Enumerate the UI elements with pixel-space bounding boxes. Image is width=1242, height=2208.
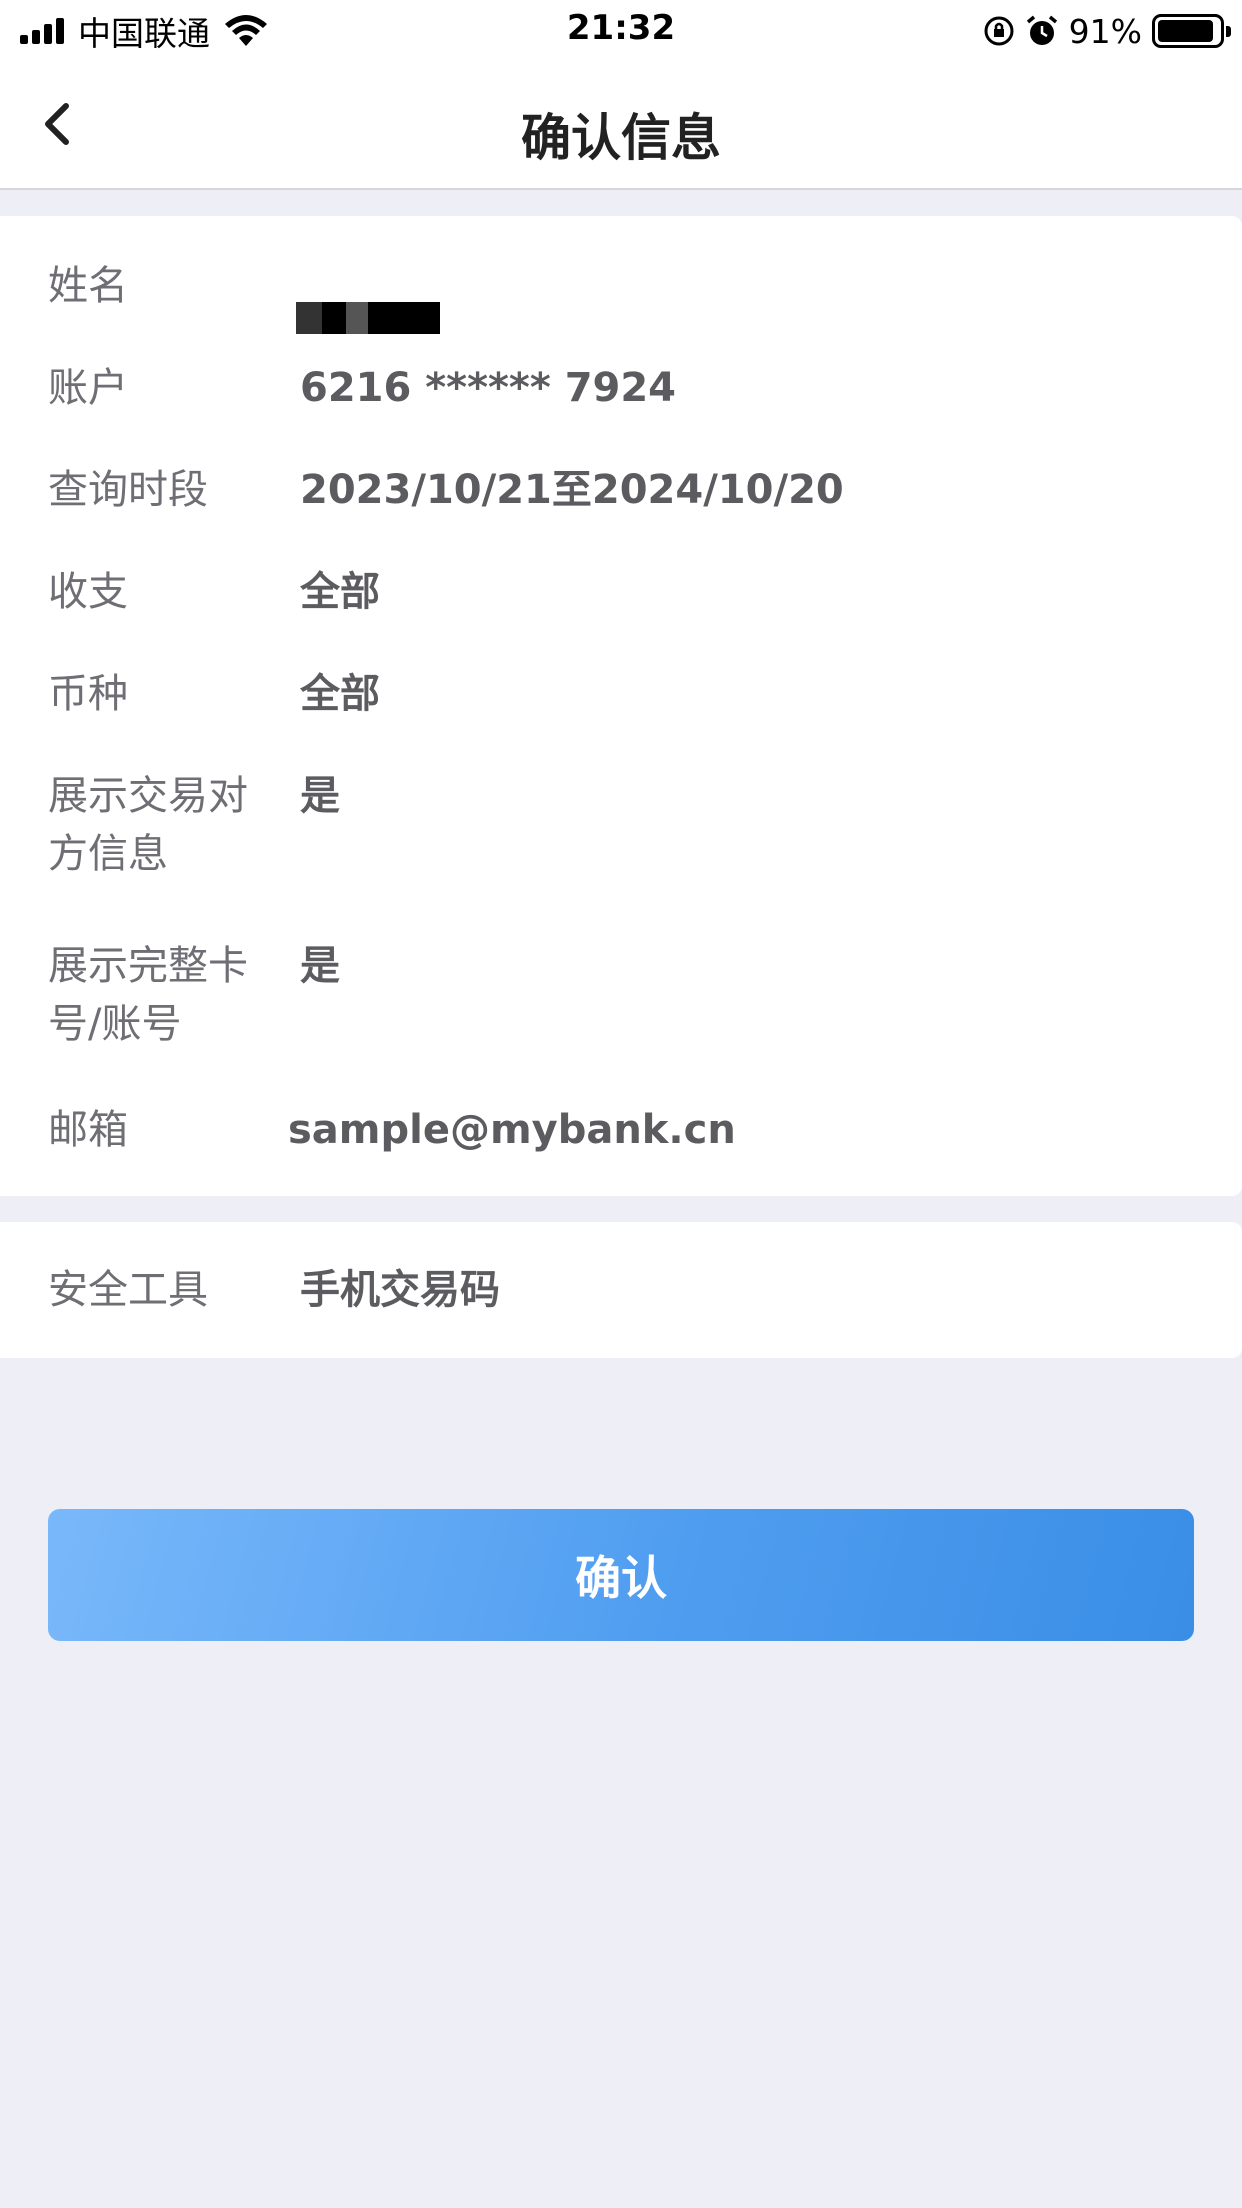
- account-label: 账户: [48, 365, 128, 411]
- period-value: 2023/10/21至2024/10/20: [300, 467, 844, 513]
- security-label: 安全工具: [48, 1267, 208, 1313]
- info-card: 姓名 账户 6216 ****** 7924 查询时段 2023/10/21至2…: [0, 216, 1242, 1196]
- battery-icon: [1152, 14, 1231, 48]
- security-card: 安全工具 手机交易码: [0, 1222, 1242, 1358]
- counterparty-label-line1: 展示交易对: [48, 773, 248, 819]
- fullcard-label-line2: 号/账号: [48, 1001, 182, 1047]
- inout-label: 收支: [48, 569, 128, 615]
- currency-label: 币种: [48, 671, 128, 717]
- battery-percent: 91%: [1068, 11, 1142, 51]
- counterparty-label-line2: 方信息: [48, 831, 168, 877]
- confirm-button[interactable]: 确认: [48, 1509, 1194, 1641]
- inout-value: 全部: [300, 569, 380, 615]
- security-value: 手机交易码: [300, 1267, 500, 1313]
- counterparty-value: 是: [300, 773, 340, 819]
- alarm-icon: [1026, 15, 1057, 45]
- name-label: 姓名: [48, 263, 128, 309]
- fullcard-value: 是: [300, 943, 340, 989]
- orientation-lock-icon: [984, 16, 1014, 46]
- fullcard-label-line1: 展示完整卡: [48, 943, 248, 989]
- email-value: sample@mybank.cn: [288, 1107, 736, 1153]
- battery-level-fill: [1158, 20, 1213, 42]
- email-label: 邮箱: [48, 1107, 128, 1153]
- status-bar: 中国联通 21:32 91%: [0, 0, 1242, 62]
- page-title: 确认信息: [521, 109, 721, 167]
- account-value: 6216 ****** 7924: [300, 365, 677, 411]
- period-label: 查询时段: [48, 467, 208, 513]
- redacted-name: [296, 302, 440, 334]
- nav-bar: 确认信息: [0, 62, 1242, 190]
- currency-value: 全部: [300, 671, 380, 717]
